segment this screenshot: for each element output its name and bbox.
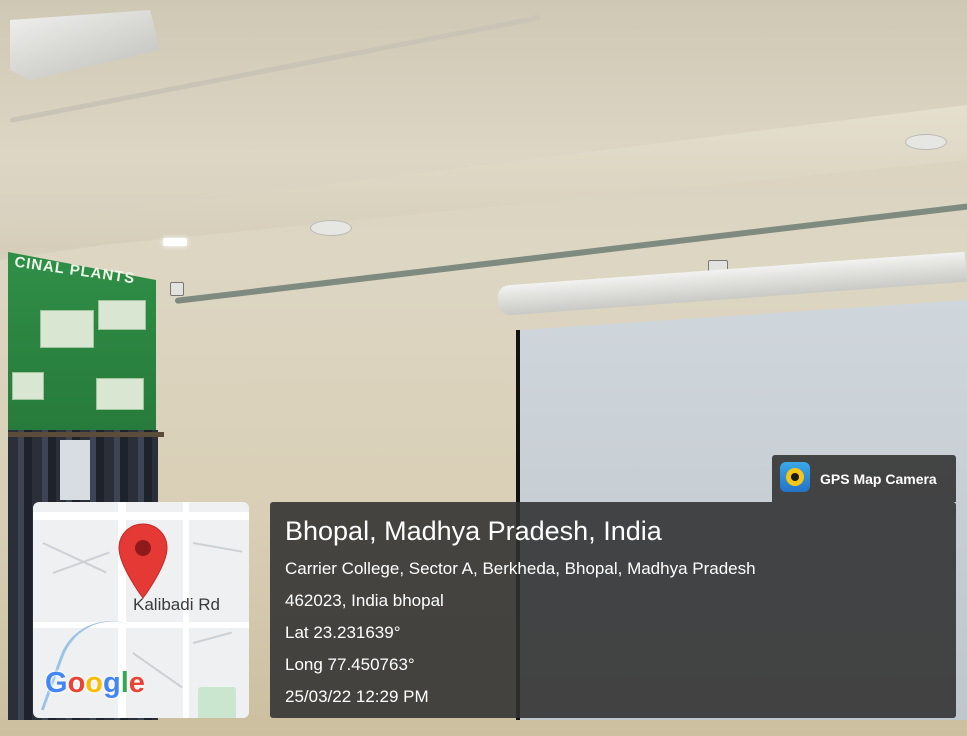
poster-picture [40,310,94,348]
address-line-2: 462023, India bhopal [285,591,444,610]
timestamp: 25/03/22 12:29 PM [285,687,429,706]
map-thumbnail: Kalibadi Rd Google [33,502,249,718]
map-road [33,622,249,628]
gps-map-camera-app-icon [780,462,810,492]
map-road [33,512,249,520]
cctv-camera [170,282,184,296]
longitude: Long 77.450763° [285,655,415,674]
ceiling-fixture [905,134,947,150]
map-park [198,687,236,718]
window [60,440,90,500]
poster-picture [96,378,144,410]
google-logo: Google [45,667,145,699]
location-pin-icon [118,523,168,599]
badge-label: GPS Map Camera [820,471,937,487]
location-title: Bhopal, Madhya Pradesh, India [285,516,662,546]
poster-picture [12,372,44,400]
ceiling-light [163,238,187,246]
latitude: Lat 23.231639° [285,623,401,642]
poster-picture [98,300,146,330]
address-line-1: Carrier College, Sector A, Berkheda, Bho… [285,559,756,578]
ceiling-fixture [310,220,352,236]
curtain-rod [8,432,164,437]
